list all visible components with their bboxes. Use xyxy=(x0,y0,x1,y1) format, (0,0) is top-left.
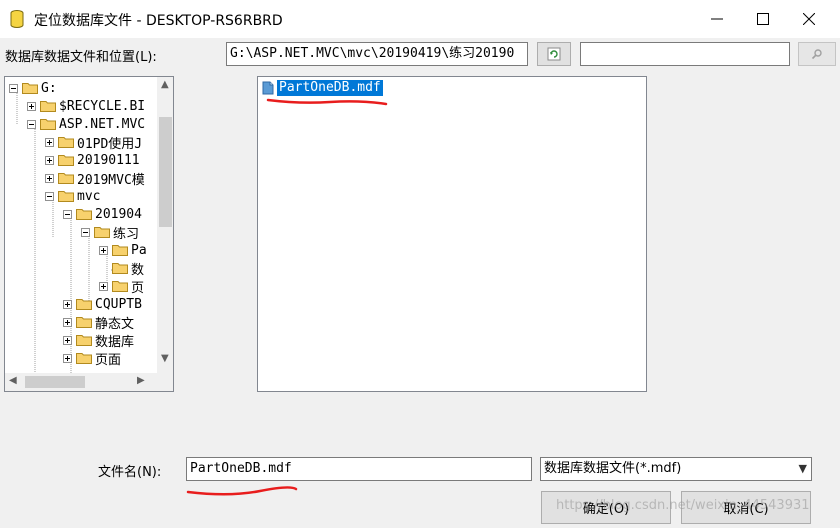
folder-icon xyxy=(22,83,38,94)
tree-vertical-scroll-thumb[interactable] xyxy=(159,117,172,227)
tree-item-label: 页 xyxy=(131,280,145,296)
tree-item-label: CQUPTB xyxy=(95,296,142,312)
expand-icon[interactable] xyxy=(45,137,54,147)
folder-icon xyxy=(58,191,74,202)
tree-item-label: 数据库 xyxy=(95,334,135,350)
scroll-up-icon[interactable]: ▲ xyxy=(161,79,169,90)
filetype-selected-label: 数据库数据文件(*.mdf) xyxy=(544,461,682,476)
refresh-icon xyxy=(547,47,561,61)
expand-icon[interactable] xyxy=(63,299,72,309)
tree-item-label: 201904 xyxy=(95,206,142,222)
file-item[interactable]: PartOneDB.mdf xyxy=(262,79,384,97)
expand-icon[interactable] xyxy=(99,245,108,255)
collapse-icon[interactable] xyxy=(63,209,72,219)
tree-item-label: 2019MVC模 xyxy=(77,172,145,188)
tree-item-label: G: xyxy=(41,80,57,96)
folder-icon xyxy=(40,101,56,112)
tree-item-label: mvc xyxy=(77,188,101,204)
search-button[interactable] xyxy=(798,42,836,66)
tree-item-label: 数 xyxy=(131,262,145,278)
expand-icon[interactable] xyxy=(63,335,72,345)
database-file-icon xyxy=(262,81,274,95)
tree-item[interactable]: 练习 xyxy=(81,223,140,242)
folder-icon xyxy=(112,281,128,292)
tree-item[interactable]: CQUPTB xyxy=(63,295,142,313)
tree-item[interactable]: 静态文 xyxy=(63,313,135,332)
tree-vertical-scrollbar[interactable]: ▲ ▼ xyxy=(157,77,173,373)
ok-button[interactable]: 确定(O) xyxy=(541,491,671,524)
minimize-icon xyxy=(711,18,723,20)
tree-item-label: 练习 xyxy=(113,226,140,242)
file-list[interactable]: PartOneDB.mdf xyxy=(257,76,647,392)
tree-item[interactable]: 01PD使用J xyxy=(45,133,143,152)
folder-icon xyxy=(94,227,110,238)
folder-icon xyxy=(76,335,92,346)
tree-item-label: 页面 xyxy=(95,352,122,368)
folder-icon xyxy=(58,137,74,148)
tree-item[interactable]: Pa xyxy=(99,241,147,259)
folder-icon xyxy=(76,209,92,220)
chevron-down-icon: ▼ xyxy=(798,462,807,475)
expand-icon[interactable] xyxy=(27,101,36,111)
folder-icon xyxy=(40,119,56,130)
tree-item-label: 静态文 xyxy=(95,316,135,332)
tree-item[interactable]: 201904 xyxy=(63,205,142,223)
location-label: 数据库数据文件和位置(L): xyxy=(5,50,157,65)
file-item-label: PartOneDB.mdf xyxy=(276,79,384,97)
folder-icon xyxy=(112,245,128,256)
database-icon xyxy=(10,10,24,28)
folder-tree[interactable]: G: $RECYCLE.BI ASP.NET.MVC 01PD使用J 20190111 2… xyxy=(4,76,174,392)
folder-icon xyxy=(58,155,74,166)
tree-item-label: Pa xyxy=(131,242,147,258)
folder-icon xyxy=(112,263,128,274)
tree-horizontal-scrollbar[interactable]: ◀ ▶ xyxy=(5,373,173,391)
close-icon xyxy=(803,13,815,25)
expand-icon[interactable] xyxy=(45,173,54,183)
collapse-icon[interactable] xyxy=(45,191,54,201)
refresh-button[interactable] xyxy=(537,42,571,66)
collapse-icon[interactable] xyxy=(27,119,36,129)
tree-item[interactable]: 20190111 xyxy=(45,151,140,169)
filetype-select[interactable]: 数据库数据文件(*.mdf) ▼ xyxy=(540,457,812,481)
search-icon xyxy=(811,49,822,60)
tree-item-label: 20190111 xyxy=(77,152,140,168)
expand-icon[interactable] xyxy=(63,317,72,327)
location-path-field[interactable]: G:\ASP.NET.MVC\mvc\20190419\练习20190 xyxy=(226,42,528,66)
scroll-down-icon[interactable]: ▼ xyxy=(161,353,169,364)
tree-item[interactable]: 数 xyxy=(99,259,145,278)
folder-icon xyxy=(76,353,92,364)
filename-label: 文件名(N): xyxy=(98,465,162,480)
tree-horizontal-scroll-thumb[interactable] xyxy=(25,376,85,388)
title-bar: 定位数据库文件 - DESKTOP-RS6RBRD xyxy=(0,0,840,38)
expand-icon[interactable] xyxy=(63,353,72,363)
search-input[interactable] xyxy=(580,42,790,66)
minimize-button[interactable] xyxy=(694,0,740,38)
scroll-left-icon[interactable]: ◀ xyxy=(9,375,17,386)
window-title: 定位数据库文件 - DESKTOP-RS6RBRD xyxy=(34,13,283,29)
tree-item-label: ASP.NET.MVC xyxy=(59,116,146,132)
tree-item[interactable]: 2019MVC模 xyxy=(45,169,145,188)
collapse-icon[interactable] xyxy=(9,83,18,93)
tree-item[interactable]: 页面 xyxy=(63,349,122,368)
collapse-icon[interactable] xyxy=(81,227,90,237)
tree-item[interactable]: 页 xyxy=(99,277,145,296)
expand-icon[interactable] xyxy=(45,155,54,165)
expand-icon[interactable] xyxy=(99,281,108,291)
folder-icon xyxy=(58,173,74,184)
folder-icon xyxy=(76,299,92,310)
tree-item[interactable]: 数据库 xyxy=(63,331,135,350)
close-button[interactable] xyxy=(786,0,832,38)
folder-icon xyxy=(76,317,92,328)
tree-item[interactable]: mvc xyxy=(45,187,100,205)
tree-item[interactable]: G: xyxy=(9,79,57,97)
tree-item-label: $RECYCLE.BI xyxy=(59,98,146,114)
scroll-right-icon[interactable]: ▶ xyxy=(137,375,145,386)
maximize-icon xyxy=(757,13,769,25)
tree-item-label: 01PD使用J xyxy=(77,136,143,152)
cancel-button[interactable]: 取消(C) xyxy=(681,491,811,524)
tree-item[interactable]: $RECYCLE.BI xyxy=(27,97,145,115)
filename-input[interactable]: PartOneDB.mdf xyxy=(186,457,532,481)
maximize-button[interactable] xyxy=(740,0,786,38)
tree-item[interactable]: ASP.NET.MVC xyxy=(27,115,145,133)
